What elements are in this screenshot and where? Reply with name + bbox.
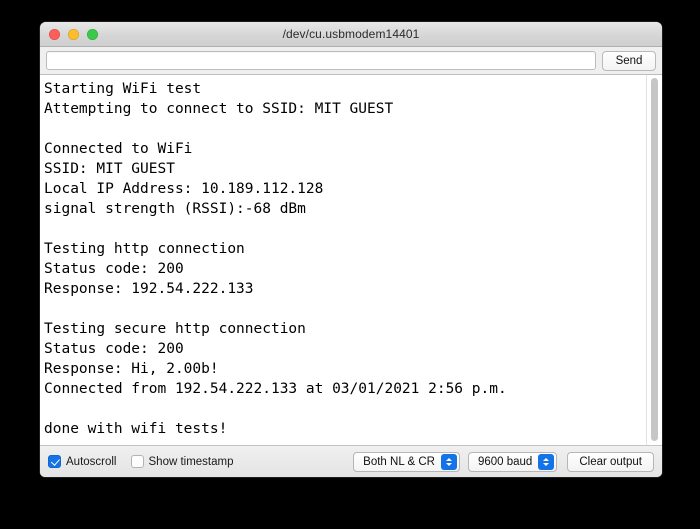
show-timestamp-checkbox-group[interactable]: Show timestamp (130, 455, 234, 468)
output-line: signal strength (RSSI):-68 dBm (44, 201, 306, 217)
window-title: /dev/cu.usbmodem14401 (282, 27, 420, 41)
serial-output-area[interactable]: Starting WiFi test Attempting to connect … (40, 75, 662, 446)
line-ending-selected-label: Both NL & CR (363, 455, 435, 468)
screen-background: /dev/cu.usbmodem14401 Send Starting WiFi… (0, 0, 700, 529)
output-line: Local IP Address: 10.189.112.128 (44, 181, 324, 197)
traffic-light-group (49, 22, 98, 46)
chevron-updown-icon[interactable] (538, 453, 555, 470)
autoscroll-checkbox[interactable] (48, 455, 61, 468)
serial-send-input[interactable] (46, 51, 596, 70)
send-bar: Send (40, 47, 662, 75)
baud-rate-select[interactable]: 9600 baud (467, 451, 558, 472)
output-line: Status code: 200 (44, 261, 184, 277)
close-icon[interactable] (49, 28, 60, 40)
show-timestamp-label: Show timestamp (148, 455, 234, 468)
baud-rate-selected-label: 9600 baud (477, 455, 533, 468)
serial-output-text: Starting WiFi test Attempting to connect … (40, 75, 662, 445)
chevron-updown-icon[interactable] (440, 453, 457, 470)
output-line: SSID: MIT GUEST (44, 161, 175, 177)
autoscroll-label: Autoscroll (66, 455, 117, 468)
window-titlebar[interactable]: /dev/cu.usbmodem14401 (40, 22, 662, 47)
output-line: done with wifi tests! (44, 421, 228, 437)
line-ending-select[interactable]: Both NL & CR (353, 451, 460, 472)
show-timestamp-checkbox[interactable] (130, 455, 144, 468)
output-line: Testing http connection (44, 241, 245, 257)
autoscroll-checkbox-group[interactable]: Autoscroll (48, 455, 117, 468)
bottom-toolbar: Autoscroll Show timestamp Both NL & CR 9… (40, 446, 662, 477)
output-line: Connected from 192.54.222.133 at 03/01/2… (44, 381, 507, 397)
serial-monitor-window: /dev/cu.usbmodem14401 Send Starting WiFi… (40, 22, 662, 477)
output-line: Status code: 200 (44, 341, 184, 357)
zoom-icon[interactable] (87, 28, 98, 40)
vertical-scrollbar[interactable] (646, 75, 662, 445)
output-line: Starting WiFi test (44, 81, 202, 97)
output-line: Attempting to connect to SSID: MIT GUEST (44, 101, 394, 117)
minimize-icon[interactable] (68, 28, 79, 40)
output-line: Connected to WiFi (44, 141, 193, 157)
output-line: Response: 192.54.222.133 (44, 281, 254, 297)
send-button[interactable]: Send (602, 50, 656, 71)
output-line: Response: Hi, 2.00b! (44, 361, 219, 377)
output-line: Testing secure http connection (44, 321, 306, 337)
clear-output-button[interactable]: Clear output (567, 451, 654, 472)
scrollbar-thumb[interactable] (651, 78, 658, 441)
